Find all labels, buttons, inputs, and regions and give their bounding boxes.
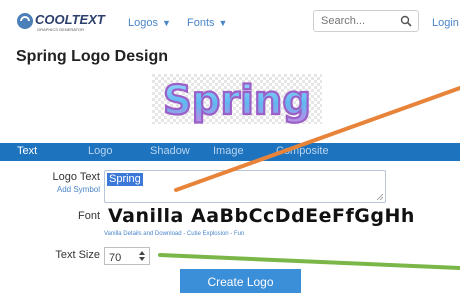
top-bar: COOLTEXT GRAPHICS GENERATOR Logos ▼ Fonts… bbox=[0, 0, 460, 44]
chevron-down-icon: ▼ bbox=[218, 18, 228, 28]
chevron-down-icon: ▼ bbox=[161, 18, 171, 28]
resize-grip-icon[interactable] bbox=[377, 194, 383, 200]
text-size-label: Text Size bbox=[55, 249, 100, 261]
tab-bar: Text Logo Shadow Image Composite bbox=[0, 143, 460, 161]
page-title: Spring Logo Design bbox=[16, 48, 168, 65]
logo-text-label: Logo Text bbox=[52, 171, 100, 183]
tab-text[interactable]: Text bbox=[17, 145, 37, 157]
nav-fonts[interactable]: Fonts ▼ bbox=[187, 17, 227, 29]
tab-shadow[interactable]: Shadow bbox=[150, 145, 190, 157]
cooltext-logo-icon[interactable]: COOLTEXT GRAPHICS GENERATOR bbox=[16, 10, 112, 32]
search-box bbox=[313, 10, 419, 32]
text-size-field bbox=[104, 247, 150, 266]
logo-text-field[interactable]: Spring bbox=[104, 170, 386, 203]
preview-logo-text: Spring bbox=[163, 78, 311, 124]
spinner-icon[interactable] bbox=[137, 249, 147, 263]
search-icon[interactable] bbox=[400, 15, 412, 27]
text-size-input[interactable] bbox=[105, 250, 135, 266]
logo-text-value: Spring bbox=[107, 173, 143, 186]
create-logo-button[interactable]: Create Logo bbox=[180, 269, 301, 293]
search-input[interactable] bbox=[314, 11, 405, 31]
font-preview[interactable]: Vanilla AaBbCcDdEeFfGgHh bbox=[108, 205, 415, 227]
nav-logos[interactable]: Logos ▼ bbox=[128, 17, 171, 29]
font-links[interactable]: Vanilla Details and Download - Cutie Exp… bbox=[104, 231, 244, 237]
nav-fonts-label[interactable]: Fonts bbox=[187, 17, 215, 29]
logo-preview: Spring bbox=[152, 74, 322, 124]
login-link[interactable]: Login bbox=[432, 17, 459, 29]
logo-tagline: GRAPHICS GENERATOR bbox=[37, 27, 84, 32]
add-symbol-link[interactable]: Add Symbol bbox=[48, 185, 100, 194]
logo-wordmark: COOLTEXT bbox=[35, 12, 106, 27]
tab-composite[interactable]: Composite bbox=[276, 145, 329, 157]
green-arrow bbox=[158, 253, 460, 270]
tab-logo[interactable]: Logo bbox=[88, 145, 112, 157]
font-label: Font bbox=[77, 210, 100, 222]
tab-image[interactable]: Image bbox=[213, 145, 244, 157]
nav-logos-label[interactable]: Logos bbox=[128, 17, 158, 29]
